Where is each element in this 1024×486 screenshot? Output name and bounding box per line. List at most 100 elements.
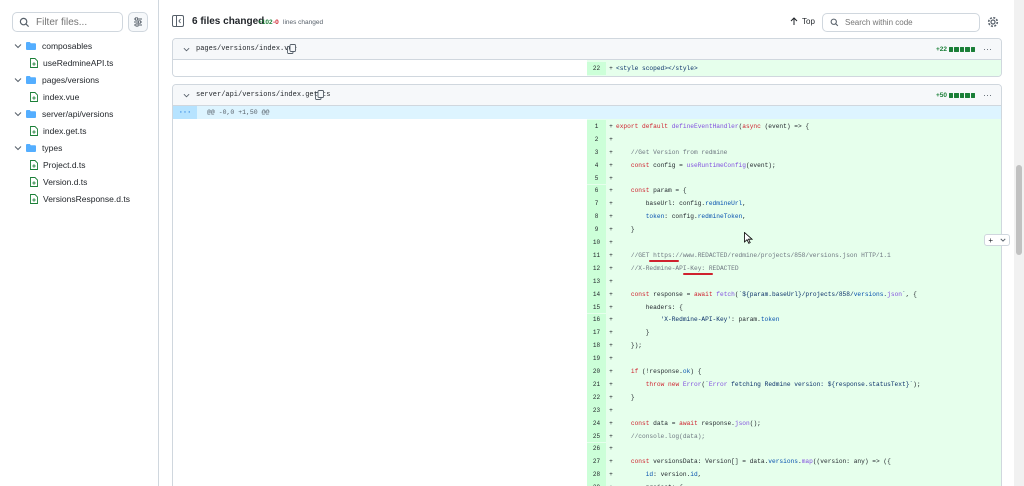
plus-marker: + bbox=[609, 148, 613, 156]
chevron-down-icon[interactable] bbox=[14, 110, 22, 118]
hunk-header: ··· @@ -0,0 +1,50 @@ bbox=[173, 106, 1001, 119]
tree-file[interactable]: useRedmineAPI.ts bbox=[0, 54, 158, 71]
tree-file[interactable]: VersionsResponse.d.ts bbox=[0, 190, 158, 207]
line-number[interactable]: 22 bbox=[587, 62, 606, 75]
line-number[interactable]: 27 bbox=[587, 455, 606, 469]
diff-line: 24 + const data = await response.json(); bbox=[587, 416, 1001, 430]
code-text: 'X-Redmine-API-Key': param.token bbox=[660, 316, 780, 324]
diff-line: 27 + const versionsData: Version[] = data… bbox=[587, 455, 1001, 469]
line-number[interactable]: 11 bbox=[587, 249, 606, 262]
scrollbar-thumb[interactable] bbox=[1016, 165, 1022, 255]
plus-marker: + bbox=[609, 342, 613, 350]
tree-item-label: types bbox=[42, 142, 63, 153]
line-number[interactable]: 14 bbox=[587, 287, 606, 301]
line-number[interactable]: 28 bbox=[587, 468, 606, 482]
tree-folder[interactable]: pages/versions bbox=[0, 71, 158, 88]
line-number[interactable]: 17 bbox=[587, 326, 606, 340]
diff-line: 10 + bbox=[587, 236, 1001, 249]
chevron-down-icon[interactable] bbox=[14, 76, 22, 84]
diff-line: 25 + //console.log(data); bbox=[587, 429, 1001, 443]
line-number[interactable]: 23 bbox=[587, 403, 606, 417]
plus-marker: + bbox=[609, 213, 613, 221]
copy-icon[interactable] bbox=[315, 90, 324, 100]
plus-marker: + bbox=[609, 329, 613, 337]
line-number[interactable]: 18 bbox=[587, 339, 606, 353]
code-text: } bbox=[616, 329, 650, 337]
line-number[interactable]: 20 bbox=[587, 365, 606, 378]
expand-hunk-button[interactable]: ··· bbox=[173, 106, 197, 119]
files-changed-title: 6 files changed bbox=[192, 16, 265, 27]
top-button[interactable]: Top bbox=[790, 17, 815, 26]
line-number[interactable]: 5 bbox=[587, 171, 606, 185]
tree-folder[interactable]: server/api/versions bbox=[0, 105, 158, 122]
tree-file[interactable]: Version.d.ts bbox=[0, 173, 158, 190]
chevron-down-icon[interactable] bbox=[14, 144, 22, 152]
diff-line: 9 + } bbox=[587, 223, 1001, 237]
diff-line: 22 + <style scoped></style> bbox=[587, 62, 1001, 75]
filter-settings-button[interactable] bbox=[128, 12, 148, 32]
right-pane: 1 + export default defineEventHandler(asyn… bbox=[587, 119, 1001, 486]
plus-marker: + bbox=[609, 135, 613, 143]
line-number[interactable]: 10 bbox=[587, 236, 606, 249]
file-icon bbox=[30, 91, 38, 102]
kebab-icon[interactable]: ··· bbox=[983, 44, 992, 54]
diff-line: 29+ project: { bbox=[587, 481, 1001, 486]
line-number[interactable]: 19 bbox=[587, 352, 606, 366]
line-number[interactable]: 4 bbox=[587, 158, 606, 172]
line-number[interactable]: 3 bbox=[587, 145, 606, 159]
plus-marker: + bbox=[609, 64, 613, 72]
line-number[interactable]: 8 bbox=[587, 210, 606, 224]
add-comment-button[interactable]: + bbox=[984, 234, 1010, 246]
chevron-down-icon[interactable] bbox=[183, 92, 190, 99]
line-number[interactable]: 29 bbox=[587, 481, 606, 486]
tree-file[interactable]: index.vue bbox=[0, 88, 158, 105]
search-code-input[interactable] bbox=[845, 18, 970, 27]
diff-line: 1 + export default defineEventHandler(asyn… bbox=[587, 120, 1001, 133]
file-additions-count: +50 bbox=[935, 92, 947, 99]
line-number[interactable]: 15 bbox=[587, 300, 606, 314]
line-number[interactable]: 12 bbox=[587, 261, 606, 275]
copy-icon[interactable] bbox=[287, 44, 296, 54]
file-path[interactable]: server/api/versions/index.get.ts bbox=[196, 91, 330, 99]
file-icon bbox=[30, 57, 38, 68]
diff-line: 16 + 'X-Redmine-API-Key': param.token bbox=[587, 313, 1001, 327]
kebab-icon[interactable]: ··· bbox=[983, 90, 992, 100]
plus-marker: + bbox=[609, 471, 613, 479]
line-number[interactable]: 16 bbox=[587, 313, 606, 327]
diff-line: 18 + }); bbox=[587, 339, 1001, 353]
line-number[interactable]: 9 bbox=[587, 223, 606, 237]
line-number[interactable]: 21 bbox=[587, 378, 606, 391]
chevron-down-icon[interactable] bbox=[14, 42, 22, 50]
code-text: //GET https://www.REDACTED/redmine/proje… bbox=[616, 251, 891, 259]
code-text: token: config.redmineToken, bbox=[645, 213, 746, 221]
sidebar-toggle-icon[interactable] bbox=[172, 15, 184, 27]
plus-marker: + bbox=[609, 368, 613, 376]
line-number[interactable]: 7 bbox=[587, 197, 606, 211]
search-code-box[interactable] bbox=[822, 13, 980, 32]
filter-files-box[interactable] bbox=[12, 12, 123, 32]
line-number[interactable]: 22 bbox=[587, 390, 606, 404]
gear-icon[interactable] bbox=[987, 16, 999, 28]
line-number[interactable]: 1 bbox=[587, 120, 606, 133]
line-number[interactable]: 6 bbox=[587, 184, 606, 198]
folder-icon bbox=[26, 109, 36, 118]
tree-folder[interactable]: composables bbox=[0, 37, 158, 54]
line-number[interactable]: 26 bbox=[587, 442, 606, 456]
tree-item-label: server/api/versions bbox=[42, 108, 114, 119]
line-number[interactable]: 2 bbox=[587, 132, 606, 146]
plus-marker: + bbox=[609, 445, 613, 453]
tree-folder[interactable]: types bbox=[0, 139, 158, 156]
filter-files-input[interactable] bbox=[36, 16, 121, 28]
line-number[interactable]: 25 bbox=[587, 429, 606, 443]
arrow-up-icon bbox=[790, 17, 798, 25]
line-number[interactable]: 13 bbox=[587, 274, 606, 288]
chevron-down-icon[interactable] bbox=[183, 46, 190, 53]
diff-line: 20 + if (!response.ok) { bbox=[587, 365, 1001, 378]
file-path[interactable]: pages/versions/index.vue bbox=[196, 45, 297, 53]
tree-file[interactable]: Project.d.ts bbox=[0, 156, 158, 173]
tree-file[interactable]: index.get.ts bbox=[0, 122, 158, 139]
line-number[interactable]: 24 bbox=[587, 416, 606, 430]
filter-row bbox=[12, 12, 148, 32]
code-text: } bbox=[616, 393, 635, 401]
file-icon bbox=[30, 159, 38, 170]
